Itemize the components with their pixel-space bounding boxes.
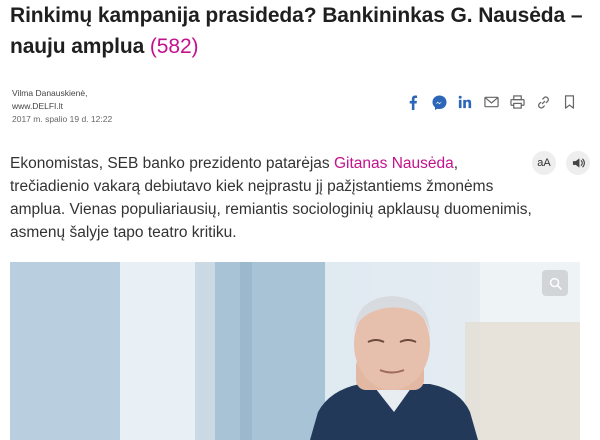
article-title-text: Rinkimų kampanija prasideda? Bankininkas… xyxy=(10,4,583,58)
author-name[interactable]: Vilma Danauskienė, xyxy=(12,87,112,100)
article-title: Rinkimų kampanija prasideda? Bankininkas… xyxy=(10,0,590,62)
person-link[interactable]: Gitanas Nausėda xyxy=(334,155,454,172)
listen-button[interactable] xyxy=(566,151,590,175)
linkedin-icon[interactable] xyxy=(452,92,478,112)
speaker-icon xyxy=(572,158,585,168)
messenger-icon[interactable] xyxy=(426,92,452,112)
reading-tools: aA xyxy=(532,151,590,175)
print-icon[interactable] xyxy=(504,92,530,112)
zoom-button[interactable] xyxy=(542,270,568,296)
facebook-icon[interactable] xyxy=(400,92,426,112)
bookmark-icon[interactable] xyxy=(556,92,582,112)
lead-text-start: Ekonomistas, SEB banko prezidento patarė… xyxy=(10,155,334,172)
article-photo[interactable] xyxy=(10,262,580,440)
publish-date: 2017 m. spalio 19 d. 12:22 xyxy=(12,114,113,124)
email-icon[interactable] xyxy=(478,92,504,112)
font-size-label: aA xyxy=(537,157,551,169)
portrait-image xyxy=(10,262,580,440)
byline: Vilma Danauskienė, www.DELFI.lt 2017 m. … xyxy=(12,87,112,126)
source-name[interactable]: www.DELFI.lt xyxy=(12,100,112,113)
share-toolbar xyxy=(400,92,582,112)
link-icon[interactable] xyxy=(530,92,556,112)
comment-count-link[interactable]: (582) xyxy=(150,35,199,58)
article-lead: Ekonomistas, SEB banko prezidento patarė… xyxy=(10,152,535,244)
magnifier-icon xyxy=(549,277,562,290)
font-size-button[interactable]: aA xyxy=(532,151,556,175)
